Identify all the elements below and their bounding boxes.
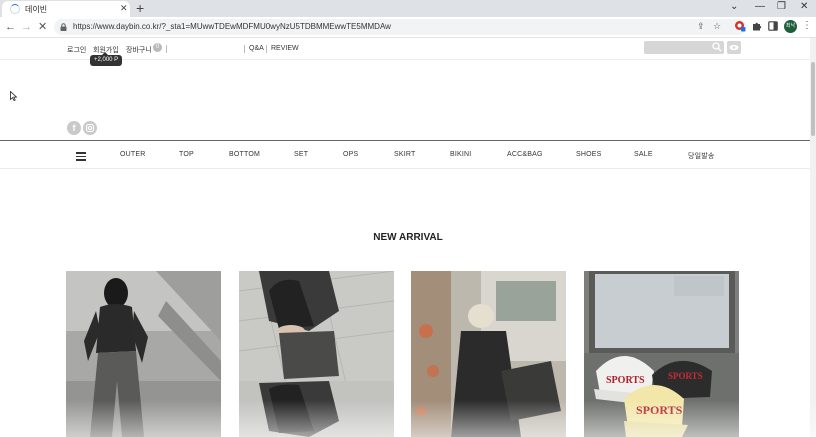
side-panel-icon[interactable] (768, 21, 778, 31)
instagram-icon[interactable] (83, 121, 97, 135)
back-button[interactable]: ← (5, 20, 16, 34)
loading-icon (10, 4, 20, 14)
product-image (411, 271, 566, 437)
browser-tab[interactable]: 데이빈 ✕ (2, 1, 130, 17)
scrollbar-thumb[interactable] (811, 62, 815, 136)
cap-logo-text: SPORTS (606, 375, 645, 386)
lock-icon (60, 23, 67, 31)
review-link[interactable]: REVIEW (271, 45, 299, 52)
divider (266, 45, 267, 53)
url-field[interactable]: https://www.daybin.co.kr/?_sta1=MUwwTDEw… (54, 19, 746, 35)
nav-top[interactable]: TOP (179, 151, 194, 158)
close-window-button[interactable]: ✕ (800, 1, 808, 12)
search-icon[interactable] (712, 42, 722, 52)
stop-loading-button[interactable]: ✕ (38, 20, 47, 34)
tab-strip: 데이빈 ✕ + ⌄ — ❐ ✕ (0, 0, 816, 17)
divider (244, 45, 245, 53)
main-nav: OUTER TOP BOTTOM SET OPS SKIRT BIKINI AC… (0, 140, 810, 169)
cap-logo-text: SPORTS (668, 371, 703, 381)
product-image (66, 271, 221, 437)
browser-menu-icon[interactable]: ⋮ (802, 20, 812, 31)
product-card-3[interactable] (411, 271, 566, 437)
nav-shoes[interactable]: SHOES (576, 151, 602, 158)
puzzle-icon[interactable] (752, 21, 762, 31)
product-image (239, 271, 394, 437)
profile-avatar[interactable]: 최낙 (784, 20, 797, 33)
qna-link[interactable]: Q&A (249, 45, 264, 52)
cart-count-badge: 0 (153, 43, 162, 52)
product-image: SPORTS SPORTS SPORTS (584, 271, 739, 437)
section-title: NEW ARRIVAL (373, 232, 443, 243)
instagram-glyph (85, 123, 95, 133)
product-card-2[interactable] (239, 271, 394, 437)
tab-title: 데이빈 (25, 5, 48, 14)
product-card-1[interactable] (66, 271, 221, 437)
share-icon[interactable]: ⇪ (697, 21, 705, 32)
join-reward-tooltip: +2,000 P (90, 52, 123, 66)
eye-icon[interactable] (727, 41, 741, 54)
menu-icon[interactable] (76, 152, 86, 161)
url-text: https://www.daybin.co.kr/?_sta1=MUwwTDEw… (73, 22, 391, 31)
divider (166, 45, 167, 53)
nav-bikini[interactable]: BIKINI (450, 151, 471, 158)
cart-link[interactable]: 장바구니 (126, 45, 152, 55)
minimize-button[interactable]: — (755, 1, 765, 12)
nav-skirt[interactable]: SKIRT (394, 151, 416, 158)
nav-bottom[interactable]: BOTTOM (229, 151, 260, 158)
extension-icon[interactable] (734, 20, 746, 32)
nav-same-day[interactable]: 당일발송 (688, 151, 715, 161)
new-tab-button[interactable]: + (136, 1, 144, 15)
mouse-cursor-icon (10, 91, 17, 101)
nav-acc-bag[interactable]: ACC&BAG (507, 151, 543, 158)
product-card-4[interactable]: SPORTS SPORTS SPORTS (584, 271, 739, 437)
nav-outer[interactable]: OUTER (120, 151, 146, 158)
maximize-button[interactable]: ❐ (777, 1, 786, 12)
tab-search-icon[interactable]: ⌄ (730, 1, 738, 12)
address-bar: ← → ✕ https://www.daybin.co.kr/?_sta1=MU… (0, 17, 816, 38)
bookmark-star-icon[interactable]: ☆ (713, 21, 721, 32)
nav-sale[interactable]: SALE (634, 151, 653, 158)
login-link[interactable]: 로그인 (67, 45, 86, 55)
nav-ops[interactable]: OPS (343, 151, 358, 158)
facebook-icon[interactable]: f (67, 121, 81, 135)
forward-button[interactable]: → (21, 20, 32, 34)
cap-logo-text: SPORTS (636, 403, 683, 417)
close-tab-icon[interactable]: ✕ (120, 3, 128, 14)
nav-set[interactable]: SET (294, 151, 308, 158)
